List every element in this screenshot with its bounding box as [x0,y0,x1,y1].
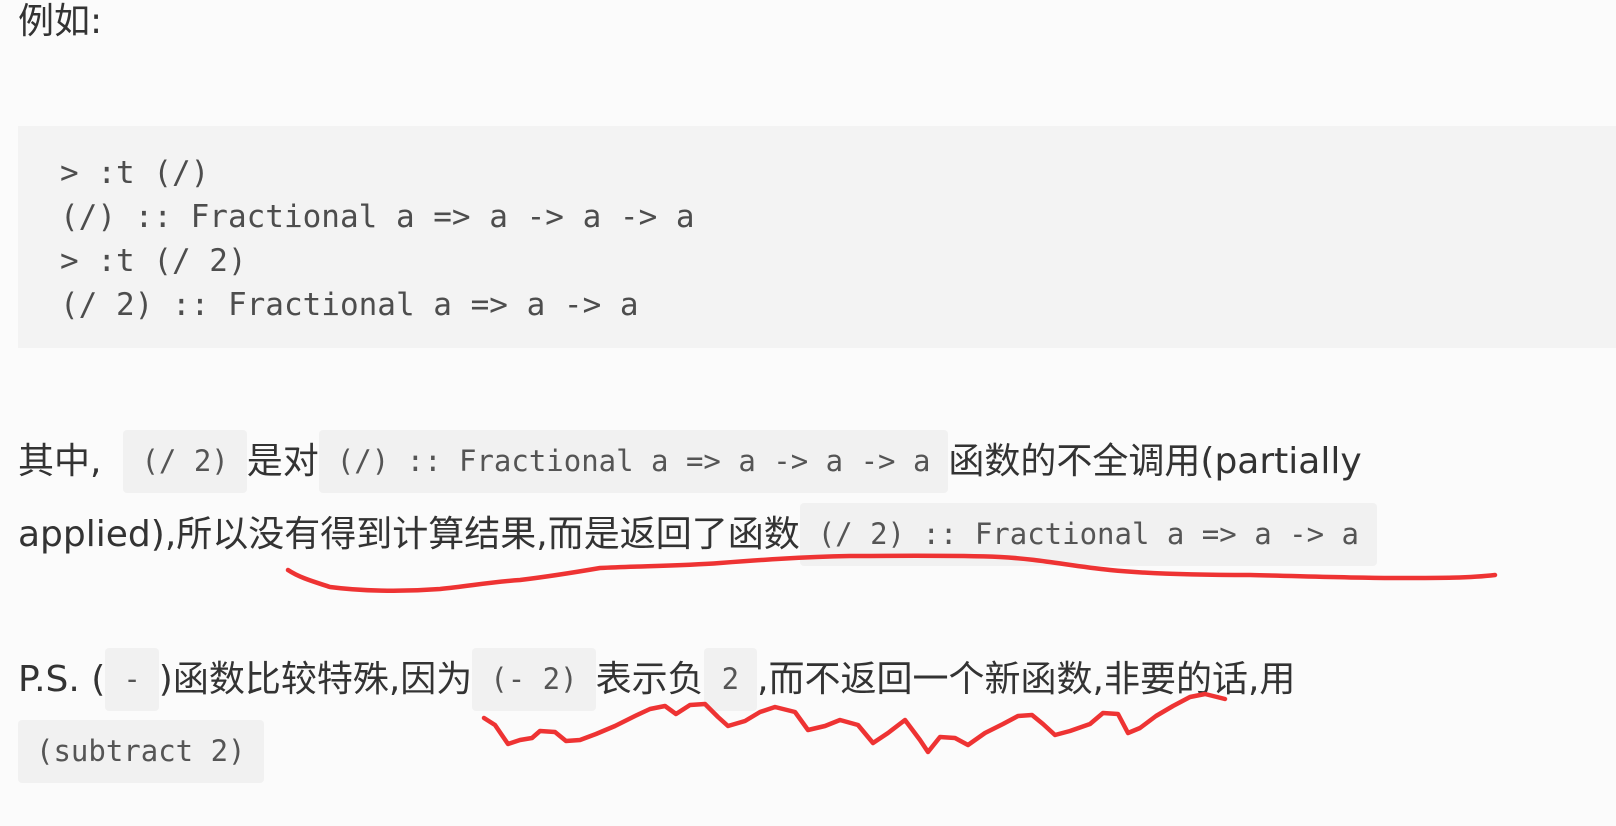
code-block: > :t (/) (/) :: Fractional a => a -> a -… [18,126,1616,348]
inline-code: (- 2) [472,648,596,711]
paragraph-text: 是对 [246,440,319,482]
paragraph-text: )函数比较特殊,因为 [158,658,473,700]
intro-text: 例如: [18,1,103,42]
inline-code: (/ 2) [123,430,247,493]
code-line: > :t (/) [60,155,210,191]
code-line: > :t (/ 2) [60,243,247,279]
inline-code: (/ 2) :: Fractional a => a -> a [799,503,1377,566]
paragraph-text: applied),所以没有得到计算结果,而是返回了函数 [18,513,800,555]
paragraph-text: 函数的不全调用(partially [948,440,1362,482]
paragraph-1-line-1: 其中, (/ 2) 是对 (/) :: Fractional a => a ->… [18,430,1362,493]
paragraph-2-line-1: P.S. ( - )函数比较特殊,因为 (- 2) 表示负 2 ,而不返回一个新… [18,648,1295,711]
code-line: (/ 2) :: Fractional a => a -> a [60,287,639,323]
inline-code: 2 [703,648,758,711]
paragraph-2-line-2: (subtract 2) [18,720,264,783]
inline-code: (subtract 2) [18,720,264,783]
code-line: (/) :: Fractional a => a -> a -> a [60,199,695,235]
inline-code: - [105,648,159,711]
paragraph-text: ,而不返回一个新函数,非要的话,用 [757,658,1296,700]
paragraph-text: 其中, [18,440,102,482]
paragraph-1-line-2: applied),所以没有得到计算结果,而是返回了函数 (/ 2) :: Fra… [18,503,1377,566]
paragraph-text: 表示负 [595,658,704,700]
paragraph-text: P.S. ( [18,658,106,700]
inline-code: (/) :: Fractional a => a -> a -> a [318,430,949,493]
